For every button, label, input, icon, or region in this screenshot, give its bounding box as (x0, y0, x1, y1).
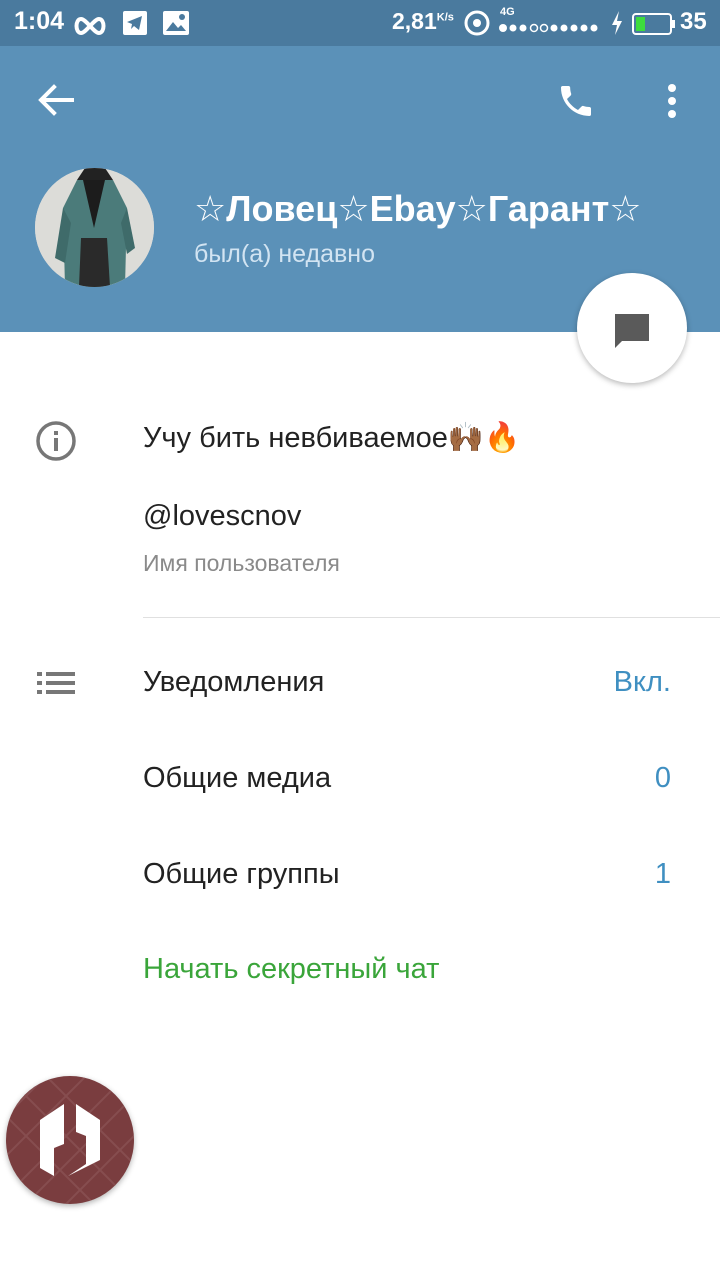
username-value[interactable]: @lovescnov (143, 500, 301, 533)
phone-icon[interactable] (556, 81, 596, 121)
shared-media-label: Общие медиа (143, 762, 332, 794)
profile-name: ☆Ловец☆Ebay☆Гарант☆ (194, 188, 642, 229)
back-arrow-icon[interactable] (38, 84, 74, 116)
shared-media-row[interactable]: Общие медиа 0 (0, 745, 720, 815)
battery-level: 35 (680, 8, 707, 35)
battery-icon (632, 13, 675, 35)
notifications-label: Уведомления (143, 666, 325, 698)
chat-bubble-icon (615, 314, 649, 348)
message-button[interactable] (577, 273, 687, 383)
infinity-icon (74, 16, 106, 36)
start-secret-chat-button[interactable]: Начать секретный чат (143, 953, 439, 986)
avatar-photo (35, 168, 154, 287)
shared-groups-label: Общие группы (143, 858, 340, 890)
section-divider (143, 617, 720, 618)
signal-dots-icon (499, 23, 598, 33)
telegram-icon (123, 11, 147, 35)
shared-media-count: 0 (654, 762, 671, 794)
notifications-value: Вкл. (613, 666, 671, 698)
shared-groups-count: 1 (654, 858, 671, 890)
avatar[interactable] (35, 168, 154, 287)
more-vertical-icon[interactable] (662, 82, 682, 120)
gallery-icon (163, 11, 189, 35)
username-label: Имя пользователя (143, 550, 340, 576)
status-time: 1:04 (14, 7, 65, 35)
app-logo-icon (6, 1076, 134, 1204)
shared-groups-row[interactable]: Общие группы 1 (0, 841, 720, 911)
network-speed: 2,81K/s (392, 8, 454, 34)
bio-text: Учу бить невбиваемое🙌🏾🔥 (143, 422, 521, 454)
last-seen-status: был(а) недавно (194, 240, 376, 268)
notifications-row[interactable]: Уведомления Вкл. (0, 650, 720, 720)
info-icon (36, 421, 76, 461)
hotspot-icon (464, 10, 490, 36)
charging-icon (612, 11, 622, 35)
status-bar: 1:04 2,81K/s 4G 35 (0, 0, 720, 46)
floating-app-button[interactable] (6, 1076, 134, 1204)
